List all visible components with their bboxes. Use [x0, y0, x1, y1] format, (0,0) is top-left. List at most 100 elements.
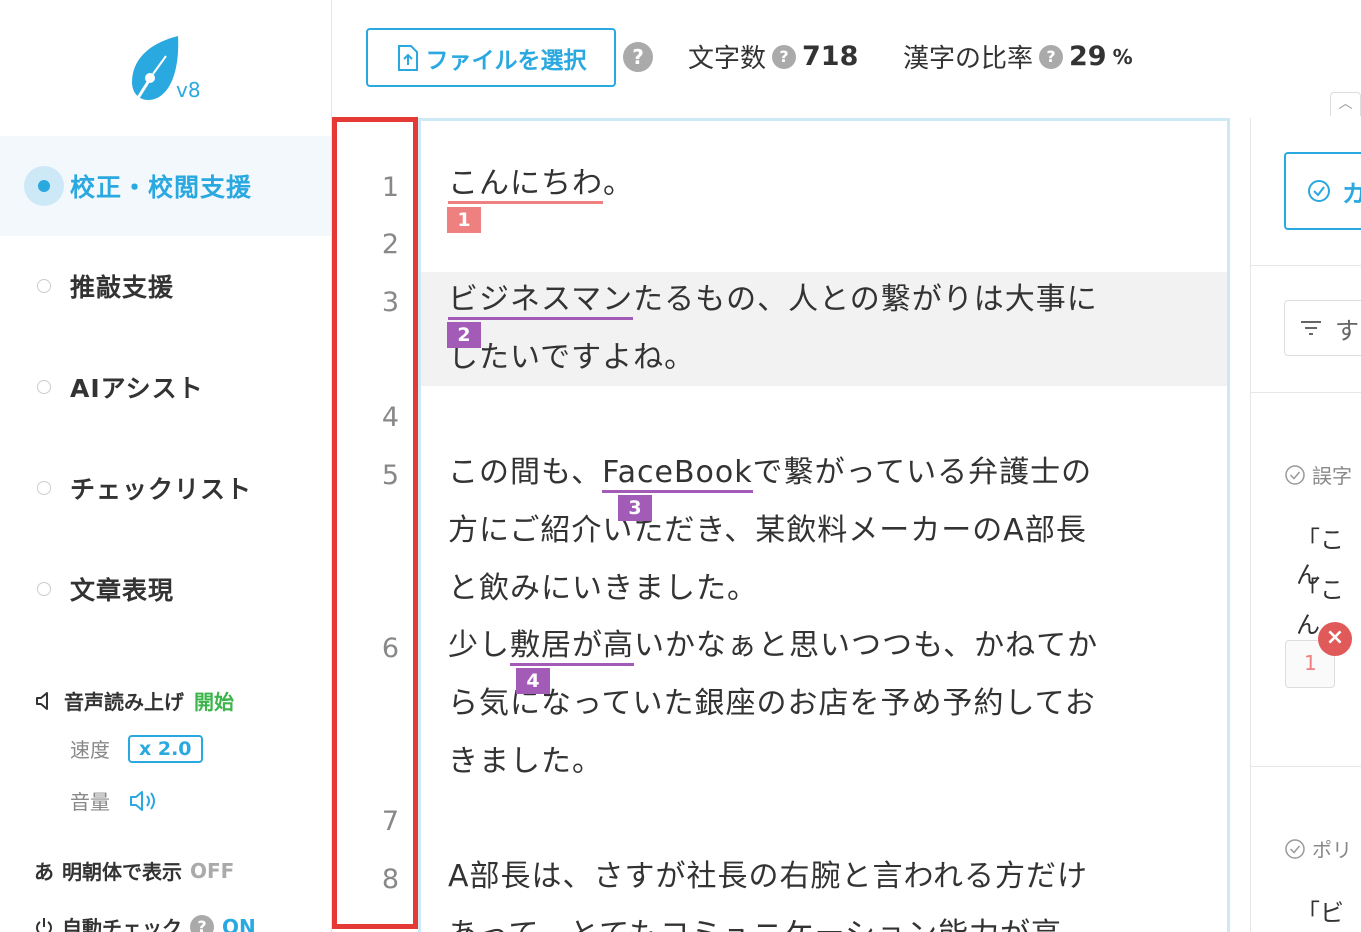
radio-dot-icon [37, 380, 51, 394]
file-select-label: ファイルを選択 [425, 47, 587, 74]
paragraph: ビジネスマンたるもの、人との繋がりは大事に したいですよね。 [448, 271, 1098, 387]
paragraph: この間も、FaceBookで繋がっている弁護士の 方にご紹介いただき、某飲料メー… [448, 444, 1092, 618]
text-span: あって、とてもコミュニケーション能力が高 [448, 917, 1062, 932]
kanji-ratio-unit: % [1112, 44, 1133, 69]
help-icon[interactable]: ? [623, 42, 653, 72]
filter-icon [1301, 321, 1321, 335]
speech-label: 音声読み上げ [64, 690, 184, 714]
text-span: A部長は、さすが社長の右腕と言われる方だけ [448, 859, 1089, 894]
line-number: 2 [381, 229, 399, 260]
mincho-state: OFF [190, 858, 235, 883]
issue-category-label: 誤字 [1312, 464, 1352, 488]
char-count: 文字数 ? 718 [688, 38, 858, 75]
help-icon[interactable]: ? [1039, 44, 1064, 69]
text-span: 方にご紹介いただき、某飲料メーカーのA部長 [448, 513, 1087, 548]
speed-row: 速度 x 2.0 [70, 734, 203, 763]
sidebar: v8 校正・校閲支援 推敲支援 AIアシスト チェックリスト 文章表現 音声読み… [0, 0, 332, 932]
nav-label: 校正・校閲支援 [70, 173, 253, 202]
autocheck-toggle[interactable]: 自動チェック ? ON [34, 912, 256, 932]
issue-badge[interactable]: 4 [516, 668, 550, 694]
radio-dot-icon [37, 279, 51, 293]
divider [1251, 766, 1361, 767]
radio-dot-icon [37, 481, 51, 495]
paragraph: こんにちわ。 [448, 155, 634, 213]
line-number: 8 [381, 864, 399, 895]
help-icon[interactable]: ? [190, 914, 214, 932]
issue-category: 誤字 [1284, 460, 1352, 489]
autocheck-state: ON [222, 914, 256, 932]
text-span: きました。 [448, 744, 603, 779]
nav-label: AIアシスト [70, 374, 204, 403]
text-span: で繋がっている弁護士の [752, 455, 1093, 490]
nav-item-expression[interactable]: 文章表現 [0, 539, 331, 639]
nav-item-checklist[interactable]: チェックリスト [0, 438, 331, 538]
mincho-toggle[interactable]: あ 明朝体で表示 OFF [34, 856, 234, 885]
autocheck-label: 自動チェック [62, 916, 182, 932]
line-number: 7 [381, 806, 399, 837]
nav-item-proofreading[interactable]: 校正・校閲支援 [0, 136, 331, 236]
speed-label: 速度 [70, 738, 110, 762]
text-span: いかなぁと思いつつも、かねてか [634, 628, 1099, 663]
text-span: この間も、 [448, 455, 603, 490]
line-number: 4 [381, 402, 399, 433]
issue-badge[interactable]: 2 [447, 322, 481, 348]
speed-button[interactable]: x 2.0 [128, 734, 203, 763]
text-span: たるもの、人との繋がりは大事に [633, 282, 1098, 317]
volume-icon[interactable] [128, 788, 160, 814]
flagged-text[interactable]: 敷居が高 [510, 628, 634, 666]
filter-dropdown[interactable]: す [1284, 300, 1361, 356]
line-number: 5 [381, 460, 399, 491]
check-circle-icon [1285, 464, 1305, 485]
char-count-value: 718 [802, 41, 859, 72]
volume-row: 音量 [70, 786, 160, 815]
radio-dot-icon [37, 582, 51, 596]
check-button[interactable]: カ [1284, 152, 1361, 230]
flagged-text[interactable]: ビジネスマン [448, 282, 634, 320]
dismiss-icon[interactable]: × [1318, 622, 1352, 656]
line-number: 6 [381, 633, 399, 664]
nav-item-ai-assist[interactable]: AIアシスト [0, 337, 331, 437]
nav-label: 文章表現 [70, 576, 175, 605]
collapse-up-icon[interactable]: ︿ [1330, 92, 1361, 116]
line-number-gutter: 1 2 3 4 5 6 7 8 [332, 117, 418, 929]
kanji-ratio: 漢字の比率 ? 29% [903, 38, 1133, 75]
divider [1251, 392, 1361, 393]
version-label: v8 [176, 78, 201, 102]
check-button-label: カ [1342, 179, 1361, 208]
char-count-label: 文字数 [688, 44, 767, 74]
speech-start-button[interactable]: 開始 [194, 686, 234, 715]
line-number: 3 [381, 287, 399, 318]
nav-label: 推敲支援 [70, 273, 175, 302]
issue-category: ポリ [1284, 834, 1352, 863]
nav-label: チェックリスト [70, 475, 253, 504]
file-select-button[interactable]: ファイルを選択 [366, 28, 616, 87]
flagged-text[interactable]: FaceBook [602, 455, 753, 493]
line-number: 1 [381, 172, 399, 203]
check-circle-icon [1308, 180, 1330, 202]
power-icon [36, 917, 52, 932]
paragraph: 少し敷居が高いかなぁと思いつつも、かねてか ら気になっていた銀座のお店を予め予約… [448, 617, 1098, 791]
kanji-ratio-value: 29 [1069, 41, 1107, 72]
divider [1251, 265, 1361, 266]
volume-label: 音量 [70, 790, 110, 814]
nav-item-revision[interactable]: 推敲支援 [0, 236, 331, 336]
speech-row: 音声読み上げ 開始 [34, 686, 234, 715]
mincho-label: 明朝体で表示 [62, 860, 182, 884]
text-span: したいですよね。 [448, 340, 696, 375]
file-upload-icon [397, 44, 418, 71]
text-span: と飲みにいきました。 [448, 571, 758, 606]
kanji-ratio-label: 漢字の比率 [903, 44, 1034, 74]
issue-category-label: ポリ [1312, 838, 1352, 862]
speaker-icon [36, 691, 48, 710]
help-icon[interactable]: ? [772, 44, 797, 69]
filter-label: す [1335, 316, 1359, 345]
text-span: 少し [448, 628, 510, 663]
flagged-text[interactable]: こんにちわ [448, 166, 603, 204]
check-circle-icon [1285, 838, 1305, 859]
issue-badge[interactable]: 3 [618, 495, 652, 521]
paragraph: A部長は、さすが社長の右腕と言われる方だけ あって、とてもコミュニケーション能力… [448, 848, 1088, 932]
issue-quote: 「ビジ [1296, 899, 1344, 927]
issue-badge[interactable]: 1 [447, 207, 481, 233]
text-span: 。 [603, 166, 634, 201]
radio-dot-icon [24, 166, 64, 206]
